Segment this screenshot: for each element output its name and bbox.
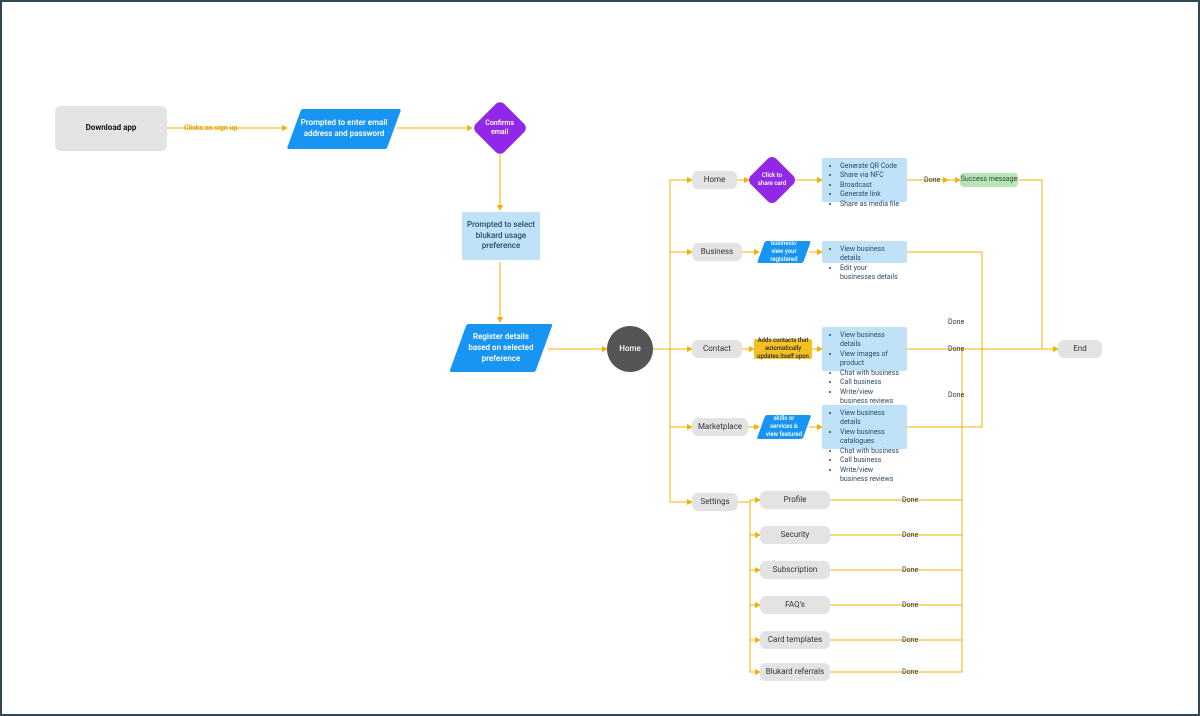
action-add-contacts[interactable]: Adds contacts that automatically updates… bbox=[754, 339, 812, 359]
decision-share-card[interactable]: Click to share card bbox=[747, 155, 798, 206]
action-search-marketplace[interactable]: Search for skills or services & view fea… bbox=[757, 415, 812, 439]
label: Adds contacts that automatically updates… bbox=[757, 337, 809, 361]
done-contact: Done bbox=[948, 391, 964, 399]
branch-business[interactable]: Business bbox=[692, 243, 742, 261]
label: Download app bbox=[86, 123, 137, 134]
node-enter-email[interactable]: Prompted to enter email address and pass… bbox=[287, 109, 402, 149]
list-marketplace[interactable]: View business details View business cata… bbox=[822, 405, 907, 449]
label: Confirms email bbox=[480, 119, 520, 138]
done-business: Done bbox=[948, 318, 964, 326]
settings-profile[interactable]: Profile bbox=[760, 491, 830, 509]
node-end[interactable]: End bbox=[1058, 340, 1102, 358]
list-contact[interactable]: View business details View images of pro… bbox=[822, 327, 907, 371]
node-success-message[interactable]: Success message bbox=[960, 173, 1018, 187]
node-confirm-email[interactable]: Confirms email bbox=[472, 100, 529, 157]
label: Search for skills or services & view fea… bbox=[761, 407, 807, 447]
settings-blukard-referrals[interactable]: Blukard referrals bbox=[760, 663, 830, 681]
label: Home bbox=[619, 344, 640, 355]
node-download-app[interactable]: Download app bbox=[55, 106, 167, 151]
label: Business bbox=[701, 247, 733, 258]
done-home: Done bbox=[924, 176, 940, 184]
label: Success message bbox=[961, 175, 1018, 184]
label: Register details based on selected prefe… bbox=[458, 332, 544, 364]
done-faqs: Done bbox=[902, 601, 918, 609]
label: Marketplace bbox=[698, 422, 742, 433]
done-subscription: Done bbox=[902, 566, 918, 574]
done-marketplace: Done bbox=[948, 345, 964, 353]
node-select-preference[interactable]: Prompted to select blukard usage prefere… bbox=[462, 212, 540, 260]
branch-marketplace[interactable]: Marketplace bbox=[692, 418, 748, 436]
flowchart-canvas[interactable]: { "start": {"download": "Download app", … bbox=[2, 2, 1198, 714]
label: Search business/ view your registered bu… bbox=[761, 232, 807, 272]
contact-list: View business details View images of pro… bbox=[832, 331, 901, 407]
node-register-details[interactable]: Register details based on selected prefe… bbox=[449, 324, 552, 372]
done-profile: Done bbox=[902, 496, 918, 504]
settings-faqs[interactable]: FAQ's bbox=[760, 596, 830, 614]
done-security: Done bbox=[902, 531, 918, 539]
list-share-options[interactable]: Generate QR Code Share via NFC Broadcast… bbox=[822, 158, 907, 202]
edges bbox=[2, 2, 1200, 716]
label: Click to share card bbox=[754, 172, 790, 188]
settings-security[interactable]: Security bbox=[760, 526, 830, 544]
edge-label-signup: Clicks on sign up bbox=[184, 124, 237, 132]
label: Profile bbox=[784, 495, 807, 506]
label: FAQ's bbox=[785, 600, 805, 611]
branch-home[interactable]: Home bbox=[692, 171, 737, 189]
label: Prompted to select blukard usage prefere… bbox=[462, 220, 540, 252]
branch-settings[interactable]: Settings bbox=[692, 493, 738, 511]
settings-subscription[interactable]: Subscription bbox=[760, 561, 830, 579]
node-home-circle[interactable]: Home bbox=[607, 326, 653, 372]
label: Settings bbox=[700, 497, 729, 508]
label: Security bbox=[781, 530, 810, 541]
done-referrals: Done bbox=[902, 668, 918, 676]
label: Home bbox=[704, 175, 726, 186]
label: Card templates bbox=[768, 635, 822, 646]
label: End bbox=[1073, 344, 1086, 355]
diagram-frame: { "start": {"download": "Download app", … bbox=[0, 0, 1200, 716]
business-list: View business details Edit your business… bbox=[832, 245, 901, 283]
label: Prompted to enter email address and pass… bbox=[294, 118, 394, 140]
marketplace-list: View business details View business cata… bbox=[832, 409, 901, 485]
action-search-business[interactable]: Search business/ view your registered bu… bbox=[757, 241, 811, 263]
label: Blukard referrals bbox=[766, 667, 824, 678]
done-card-templates: Done bbox=[902, 636, 918, 644]
share-options-list: Generate QR Code Share via NFC Broadcast… bbox=[832, 162, 899, 209]
settings-card-templates[interactable]: Card templates bbox=[760, 631, 830, 649]
branch-contact[interactable]: Contact bbox=[692, 340, 742, 358]
label: Contact bbox=[703, 344, 731, 355]
label: Subscription bbox=[773, 565, 818, 576]
list-business[interactable]: View business details Edit your business… bbox=[822, 241, 907, 263]
